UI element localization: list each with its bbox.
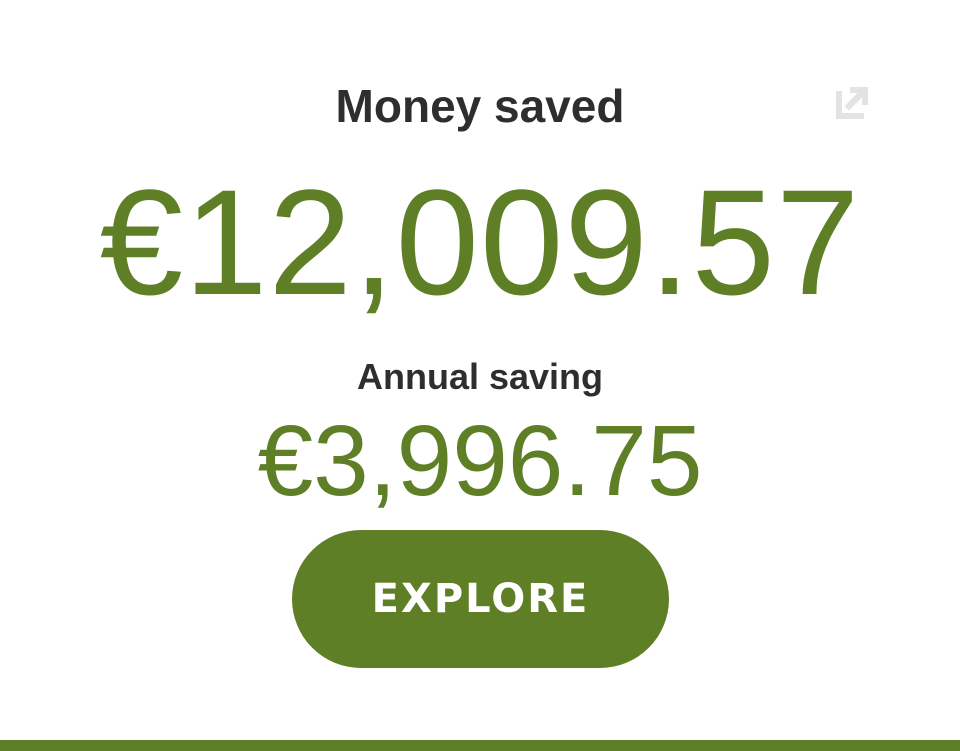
external-link-icon[interactable]: [832, 83, 872, 123]
total-saved-amount: €12,009.57: [99, 158, 861, 326]
explore-button[interactable]: EXPLORE: [292, 530, 669, 668]
money-saved-card: Money saved €12,009.57 Annual saving €3,…: [0, 0, 960, 740]
annual-saving-label: Annual saving: [356, 356, 604, 397]
bottom-accent-bar: [0, 740, 960, 751]
card-title: Money saved: [335, 80, 625, 132]
annual-saving-amount: €3,996.75: [257, 405, 703, 517]
